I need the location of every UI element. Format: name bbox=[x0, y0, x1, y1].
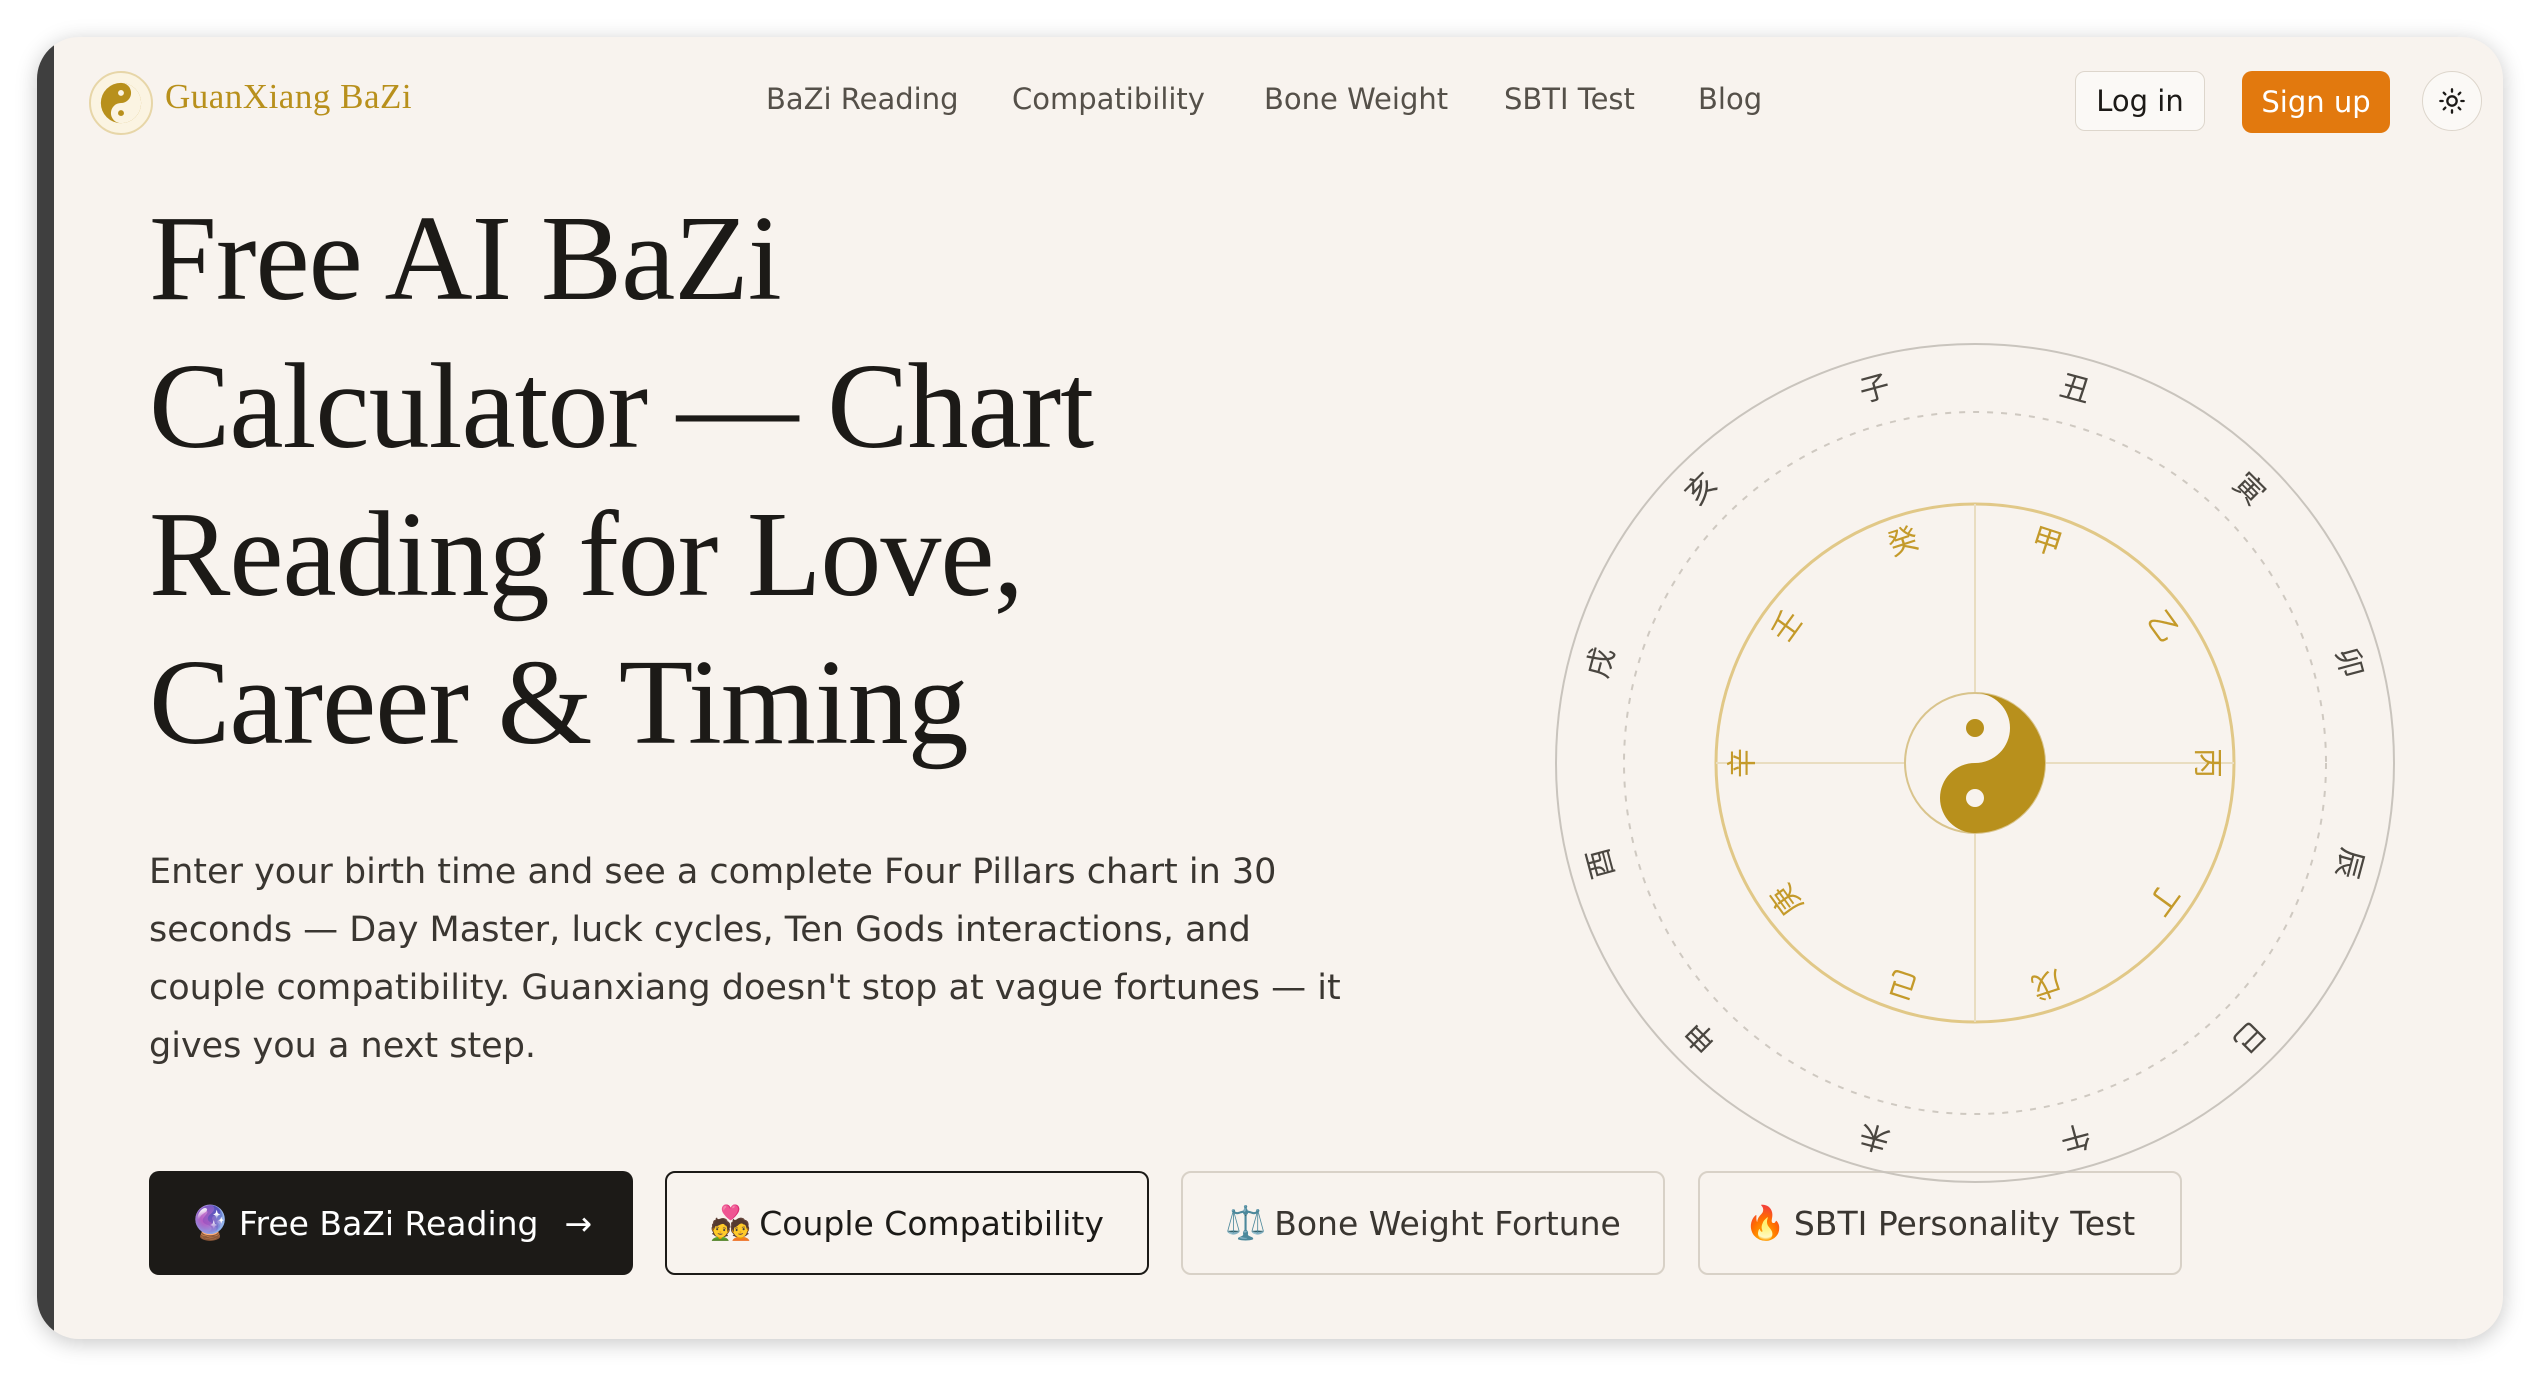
heavenly-stem-label: 丁 bbox=[2140, 877, 2186, 922]
hero-title-line: Career & Timing bbox=[149, 635, 969, 770]
earthly-branch-label: 未 bbox=[1856, 1116, 1894, 1158]
brand-name[interactable]: GuanXiang BaZi bbox=[165, 77, 412, 117]
earthly-branch-label: 寅 bbox=[2226, 466, 2272, 512]
hero-title-line: Free AI BaZi bbox=[149, 191, 782, 326]
couple-icon: 💑 bbox=[710, 1203, 752, 1242]
login-button[interactable]: Log in bbox=[2075, 71, 2205, 131]
couple-compatibility-button[interactable]: 💑 Couple Compatibility bbox=[665, 1171, 1149, 1275]
window-edge bbox=[37, 37, 54, 1339]
logo-icon[interactable] bbox=[89, 71, 153, 135]
heavenly-stem-label: 己 bbox=[1884, 962, 1923, 1005]
bazi-wheel-diagram: 子 丑寅卯辰巳午 未 申 酉 戌 亥 甲乙丙丁戊 己 庚 辛 壬 癸 bbox=[1555, 343, 2395, 1183]
earthly-branch-label: 午 bbox=[2056, 1116, 2094, 1158]
earthly-branch-label: 戌 bbox=[1580, 644, 1622, 682]
nav-blog[interactable]: Blog bbox=[1698, 82, 1762, 116]
browser-window: GuanXiang BaZi BaZi Reading Compatibilit… bbox=[37, 37, 2503, 1339]
heavenly-stem-label: 庚 bbox=[1764, 877, 1810, 922]
cta-label: Couple Compatibility bbox=[759, 1203, 1104, 1243]
heavenly-stem-label: 丙 bbox=[2190, 748, 2225, 778]
free-bazi-reading-button[interactable]: 🔮 Free BaZi Reading → bbox=[149, 1171, 633, 1275]
nav-bazi-reading[interactable]: BaZi Reading bbox=[766, 82, 959, 116]
yin-yang-icon bbox=[1904, 692, 2046, 834]
hero-title-line: Reading for Love, bbox=[149, 487, 1024, 622]
nav-compatibility[interactable]: Compatibility bbox=[1012, 82, 1205, 116]
sun-icon bbox=[2439, 88, 2465, 114]
heavenly-stem-label: 辛 bbox=[1726, 748, 1761, 778]
nav-sbti-test[interactable]: SBTI Test bbox=[1504, 82, 1635, 116]
hero-description: Enter your birth time and see a complete… bbox=[149, 852, 1341, 1066]
heavenly-stem-label: 甲 bbox=[2027, 521, 2066, 564]
heavenly-stem-label: 壬 bbox=[1764, 604, 1810, 649]
earthly-branch-label: 亥 bbox=[1678, 466, 1724, 512]
earthly-branch-label: 卯 bbox=[2328, 644, 2370, 682]
earthly-branch-label: 巳 bbox=[2226, 1014, 2272, 1060]
arrow-right-icon: → bbox=[564, 1203, 593, 1243]
earthly-branch-label: 子 bbox=[1856, 368, 1894, 410]
cta-label: Free BaZi Reading bbox=[238, 1203, 539, 1243]
earthly-branch-label: 丑 bbox=[2056, 368, 2094, 410]
earthly-branch-label: 辰 bbox=[2328, 844, 2370, 882]
heavenly-stem-label: 癸 bbox=[1884, 521, 1923, 564]
scales-icon: ⚖️ bbox=[1225, 1203, 1267, 1242]
hero-title-line: Calculator — Chart bbox=[149, 339, 1094, 474]
heavenly-stem-label: 乙 bbox=[2140, 604, 2186, 649]
earthly-branch-label: 申 bbox=[1678, 1014, 1724, 1060]
earthly-branch-label: 酉 bbox=[1580, 844, 1622, 882]
heavenly-stem-label: 戊 bbox=[2027, 962, 2066, 1005]
signup-button[interactable]: Sign up bbox=[2242, 71, 2390, 133]
hero-title: Free AI BaZi Calculator — Chart Reading … bbox=[149, 185, 1269, 777]
theme-toggle-button[interactable] bbox=[2422, 71, 2482, 131]
crystal-ball-icon: 🔮 bbox=[189, 1203, 231, 1242]
nav-bone-weight[interactable]: Bone Weight bbox=[1264, 82, 1448, 116]
